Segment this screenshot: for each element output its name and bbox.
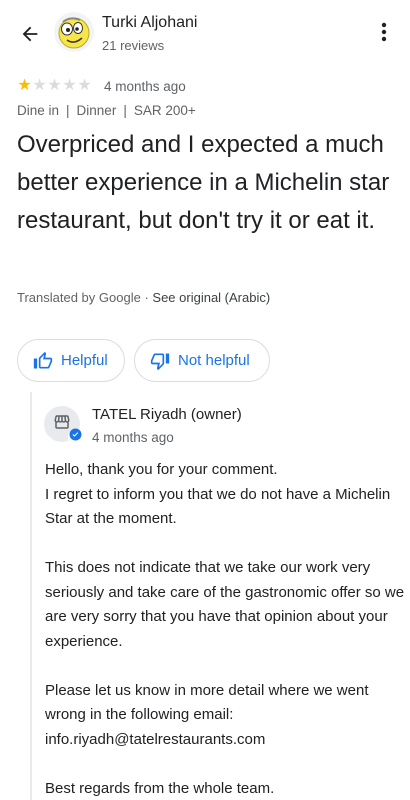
more-vert-icon — [381, 22, 387, 47]
not-helpful-button[interactable]: Not helpful — [134, 339, 270, 382]
reply-divider — [30, 392, 32, 800]
thumb-down-icon — [150, 351, 170, 371]
meta-separator: | — [123, 103, 127, 118]
reply-paragraph: This does not indicate that we take our … — [45, 556, 405, 654]
meta-item: Dinner — [76, 103, 117, 118]
author-name[interactable]: Turki Aljohani — [102, 14, 197, 32]
owner-name: TATEL Riyadh (owner) — [92, 406, 242, 423]
not-helpful-label: Not helpful — [178, 352, 250, 369]
reply-line: Please let us know in more detail where … — [45, 681, 369, 724]
star-empty-icon: ★ — [32, 77, 47, 94]
reply-line: Best regards from the whole team. — [45, 779, 275, 797]
author-review-count: 21 reviews — [102, 38, 165, 53]
reply-line: info.riyadh@tatelrestaurants.com — [45, 730, 266, 748]
author-avatar[interactable] — [54, 12, 94, 52]
reply-line: This does not indicate that we take our … — [45, 559, 405, 650]
meta-item: SAR 200+ — [133, 103, 196, 118]
star-empty-icon: ★ — [77, 77, 92, 94]
helpful-button[interactable]: Helpful — [17, 339, 125, 382]
helpful-label: Helpful — [61, 352, 108, 369]
review-header: Turki Aljohani 21 reviews — [0, 0, 410, 72]
owner-reply-text: Hello, thank you for your comment. I regr… — [45, 458, 405, 800]
reply-paragraph: Hello, thank you for your comment. I regr… — [45, 458, 405, 532]
meta-separator: | — [66, 103, 70, 118]
reply-paragraph: Please let us know in more detail where … — [45, 679, 405, 753]
review-meta: Dine in | Dinner | SAR 200+ — [17, 103, 196, 118]
more-options-button[interactable] — [372, 18, 396, 50]
reply-paragraph: Best regards from the whole team. — [45, 777, 405, 800]
meta-item: Dine in — [17, 103, 60, 118]
star-rating: ★ ★ ★ ★ ★ — [17, 78, 92, 94]
back-button[interactable] — [14, 20, 46, 52]
review-text: Overpriced and I expected a much better … — [17, 131, 390, 234]
review-time: 4 months ago — [104, 78, 186, 94]
translation-separator: · — [144, 290, 149, 305]
verified-badge — [68, 428, 82, 446]
arrow-back-icon — [19, 23, 41, 50]
star-empty-icon: ★ — [47, 77, 62, 94]
verified-check-icon — [69, 428, 82, 446]
star-filled-icon: ★ — [17, 77, 32, 94]
star-empty-icon: ★ — [62, 77, 77, 94]
reply-line: I regret to inform you that we do not ha… — [45, 485, 391, 528]
rating-row: ★ ★ ★ ★ ★ 4 months ago — [17, 76, 186, 96]
see-original-link[interactable]: See original (Arabic) — [152, 290, 270, 305]
translated-by-label: Translated by Google — [17, 290, 141, 305]
owner-reply-time: 4 months ago — [92, 430, 174, 445]
translation-row: Translated by Google · See original (Ara… — [17, 290, 270, 305]
thumb-up-icon — [33, 351, 53, 371]
feedback-chips: Helpful Not helpful — [17, 339, 270, 382]
reply-line: Hello, thank you for your comment. — [45, 461, 278, 478]
